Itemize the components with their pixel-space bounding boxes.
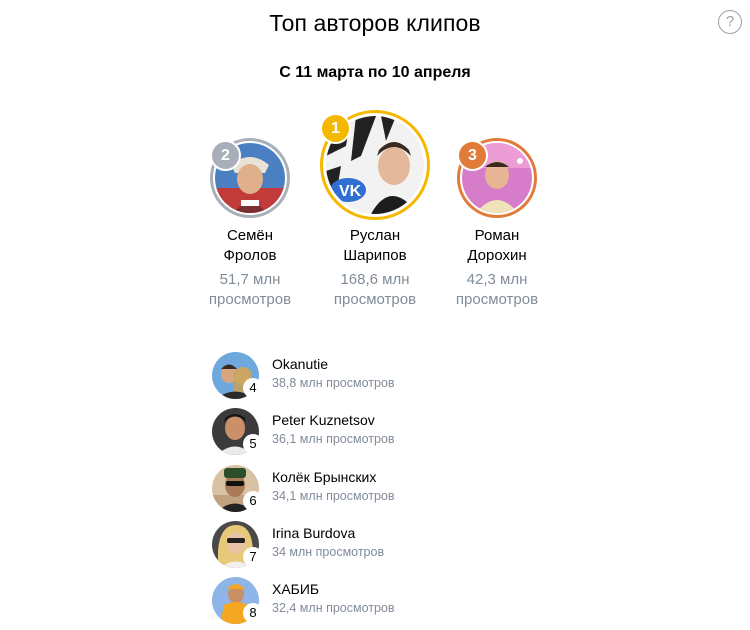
rank-badge: 6 (243, 491, 263, 511)
author-last-name: Дорохин (467, 247, 527, 264)
author-name: Peter Kuznetsov (272, 412, 375, 428)
svg-text:VK: VK (339, 183, 362, 200)
author-views-label: просмотров (333, 291, 417, 308)
rank-badge: 5 (243, 434, 263, 454)
author-name: Okanutie (272, 356, 329, 372)
page-title: Топ авторов клипов (269, 10, 481, 36)
list-item[interactable]: 8 ХАБИБ 32,4 млн просмотров (212, 577, 512, 625)
author-first-name: Роман (474, 227, 520, 244)
rank-badge: 3 (457, 140, 488, 171)
rank-badge: 7 (243, 547, 263, 567)
author-first-name: Семён (226, 227, 274, 244)
author-views: 34,1 млн просмотров (272, 489, 395, 503)
author-views: 38,8 млн просмотров (272, 376, 395, 390)
author-views: 32,4 млн просмотров (272, 601, 395, 615)
author-name: ХАБИБ (272, 581, 320, 597)
rank-badge: 1 (320, 113, 351, 144)
podium-author-2[interactable]: 2 Семён Фролов 51,7 млн просмотров (200, 138, 300, 313)
author-views-label: просмотров (208, 291, 292, 308)
rank-badge: 8 (243, 603, 263, 623)
period-label: С 11 марта по 10 апреля (279, 64, 471, 81)
list-item[interactable]: 5 Peter Kuznetsov 36,1 млн просмотров (212, 408, 512, 456)
question-circle-icon[interactable]: ? (718, 10, 742, 34)
list-item[interactable]: 6 Колёк Брынских 34,1 млн просмотров (212, 465, 512, 513)
podium-author-3[interactable]: 3 Роман Дорохин 42,3 млн просмотров (447, 138, 547, 313)
list-item[interactable]: 4 Okanutie 38,8 млн просмотров (212, 352, 512, 400)
author-views: 34 млн просмотров (272, 545, 385, 559)
author-name: Колёк Брынских (272, 469, 377, 485)
author-views-count: 168,6 млн (340, 271, 410, 288)
author-name: Irina Burdova (272, 525, 356, 541)
podium-author-1[interactable]: VK 1 Руслан Шарипов 168,6 млн просмотров (315, 110, 435, 310)
author-views-count: 42,3 млн (466, 271, 528, 288)
author-last-name: Фролов (223, 247, 277, 264)
author-last-name: Шарипов (343, 247, 407, 264)
author-views-count: 51,7 млн (219, 271, 281, 288)
author-views: 36,1 млн просмотров (272, 432, 395, 446)
list-item[interactable]: 7 Irina Burdova 34 млн просмотров (212, 521, 512, 569)
rank-badge: 2 (210, 140, 241, 171)
author-first-name: Руслан (349, 227, 401, 244)
author-views-label: просмотров (455, 291, 539, 308)
rank-badge: 4 (243, 378, 263, 398)
